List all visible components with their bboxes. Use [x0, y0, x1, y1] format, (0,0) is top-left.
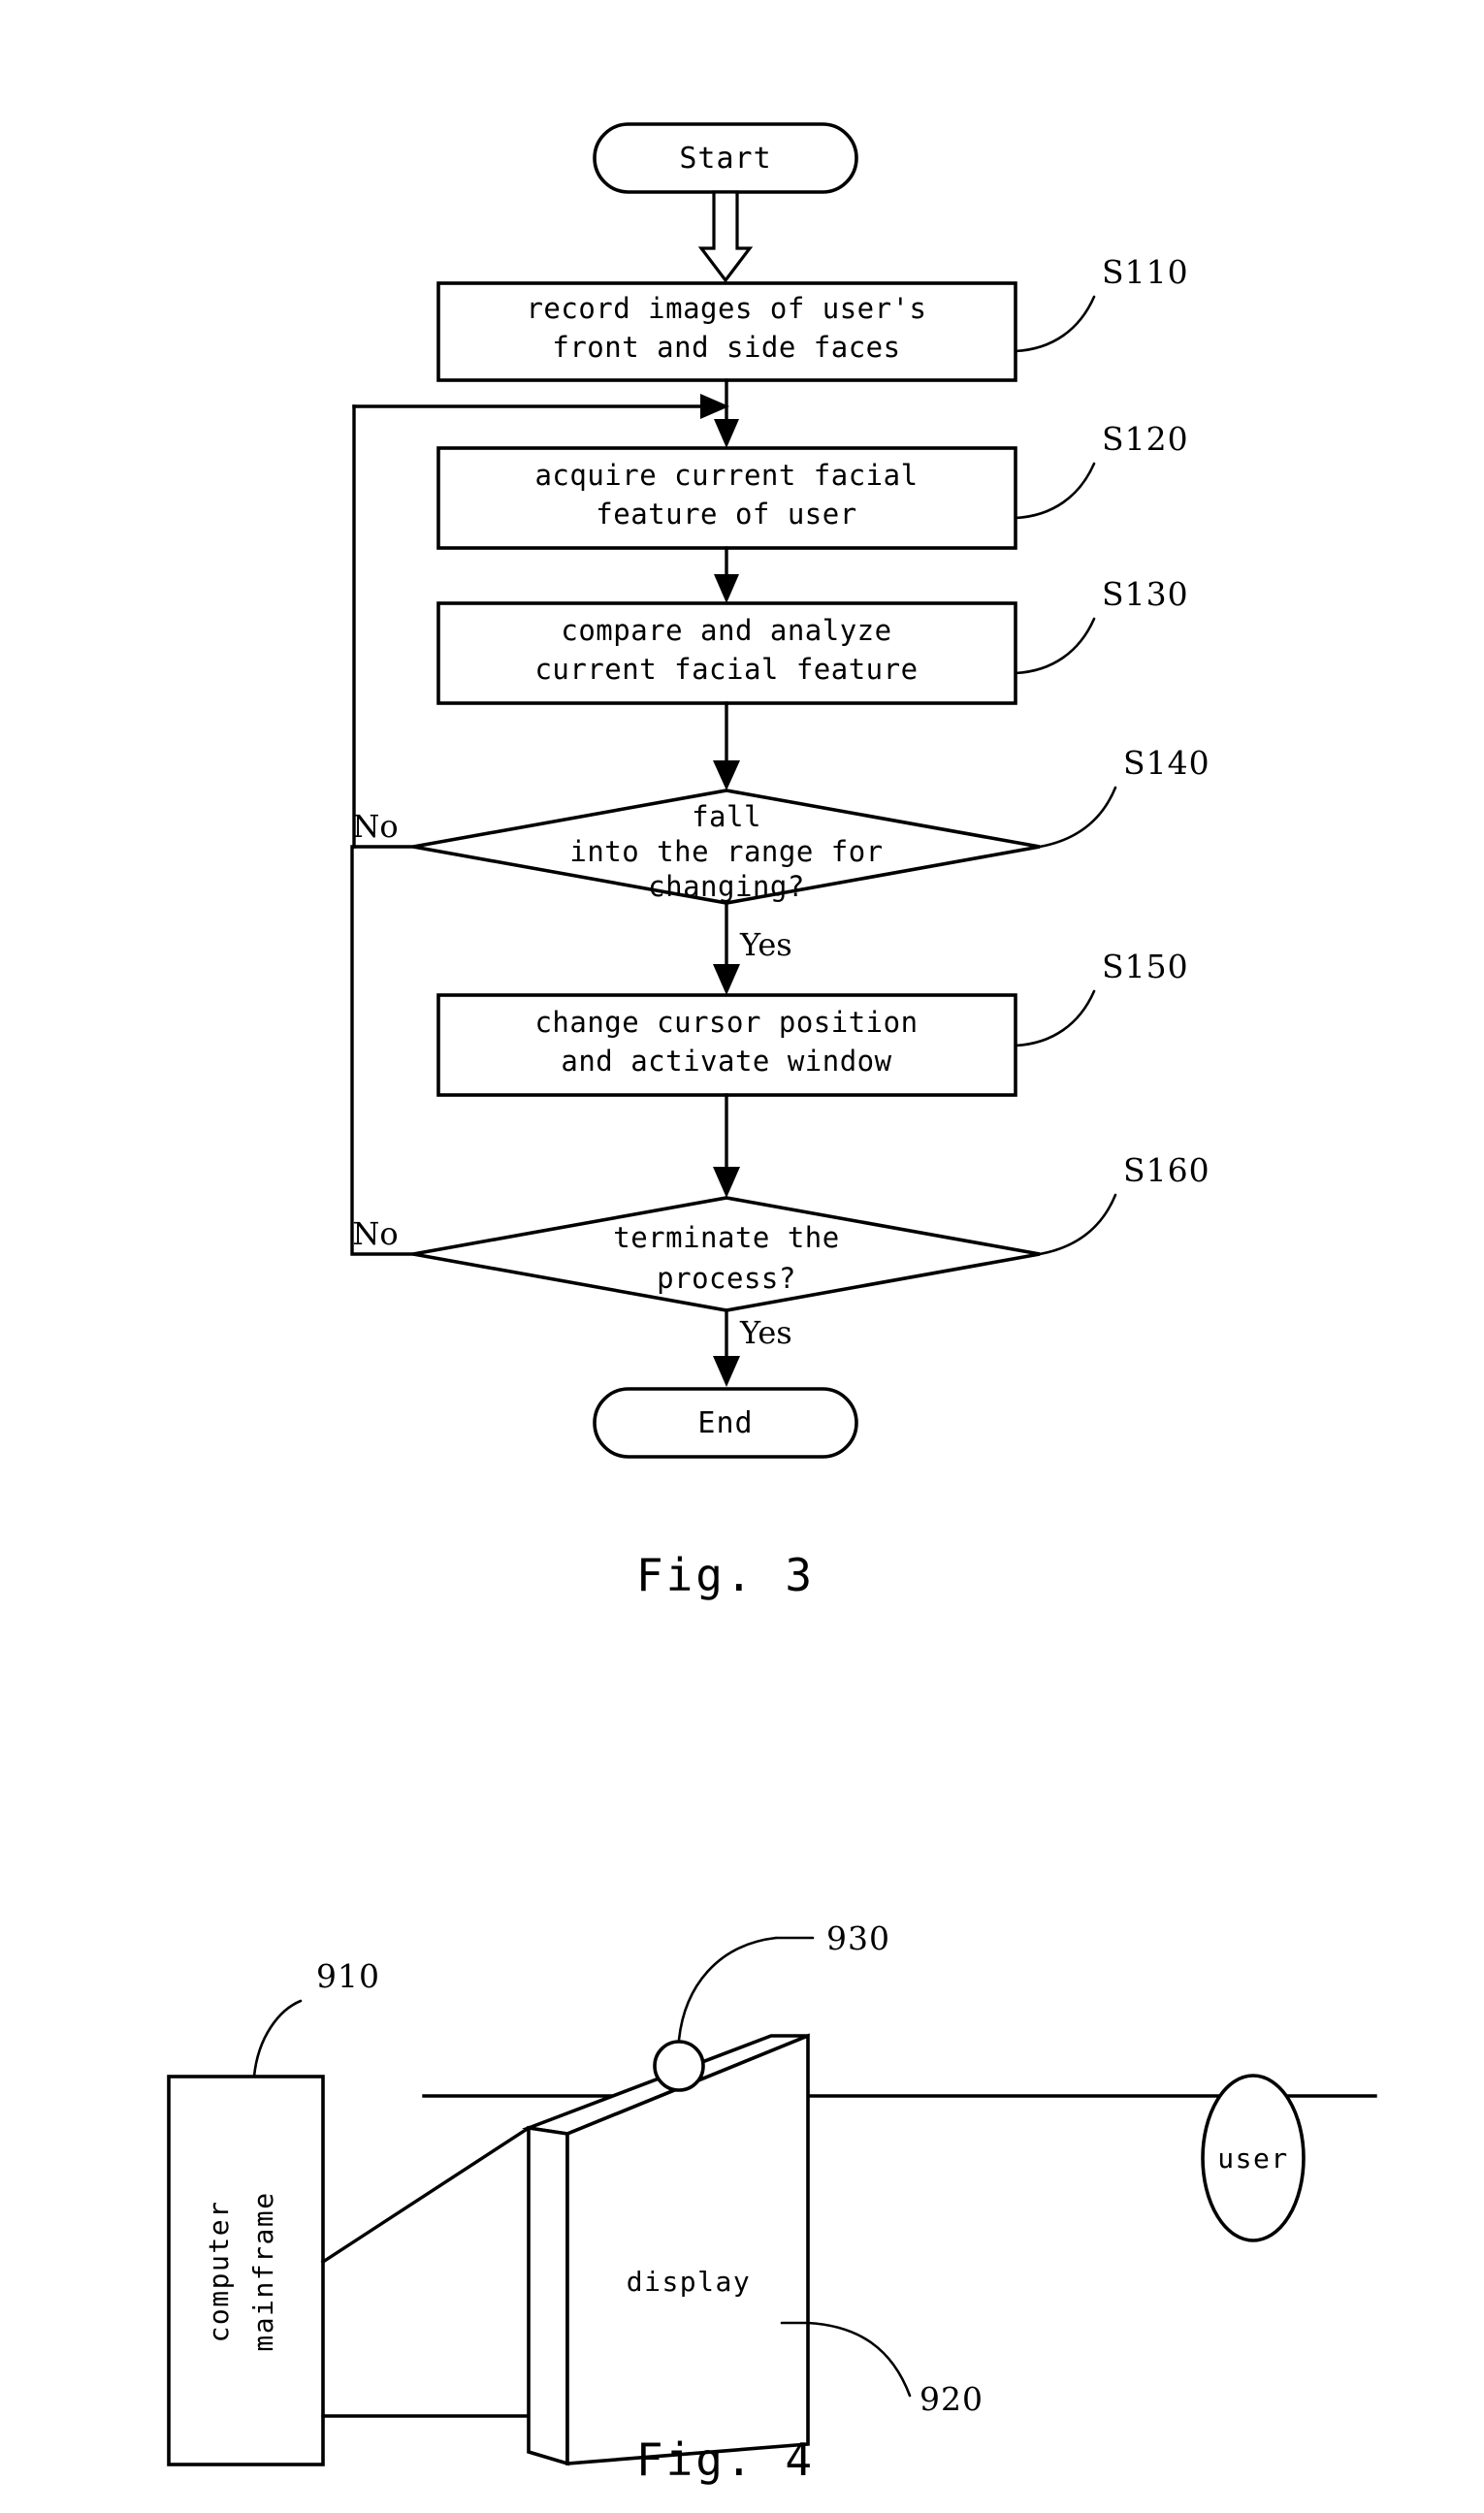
flowchart-decision-s140: fall into the range for changing? [412, 789, 1041, 905]
branch-s160-no: No [350, 845, 415, 1256]
reference-leader-930: 930 [677, 1919, 890, 2042]
s120-line-2: feature of user [596, 498, 856, 531]
reference-leader-s110: S110 [1014, 253, 1189, 353]
display-monitor: display [521, 2033, 810, 2466]
flowchart-terminal-end: End [593, 1387, 858, 1459]
reference-leader-s130: S130 [1014, 575, 1189, 675]
s140-line-1: fall [692, 800, 761, 833]
s150-line-2: and activate window [561, 1045, 891, 1078]
s130-line-1: compare and analyze [561, 614, 891, 647]
s140-no-label: No [352, 808, 398, 845]
s140-line-3: changing? [648, 870, 805, 903]
branch-s140-yes: Yes [713, 901, 792, 995]
s110-line-2: front and side faces [552, 331, 900, 364]
figure-3: Start record images of user's front and … [350, 122, 1210, 1601]
connector-s150-to-s160 [713, 1093, 740, 1198]
reference-leader-s140: S140 [1038, 744, 1210, 849]
flowchart-terminal-start: Start [593, 122, 858, 194]
s120-ref: S120 [1102, 420, 1189, 458]
mainframe-label-line-2: mainframe [247, 2191, 279, 2351]
s140-yes-label: Yes [739, 926, 792, 963]
flowchart-step-s110: record images of user's front and side f… [436, 281, 1017, 382]
flowchart-step-s130: compare and analyze current facial featu… [436, 601, 1017, 705]
s160-no-label: No [352, 1215, 398, 1252]
user-figure: user [1201, 2074, 1306, 2242]
connector-s130-to-s140 [713, 701, 740, 790]
start-label: Start [679, 142, 771, 176]
computer-mainframe-box: computer mainframe [167, 2075, 325, 2466]
s160-ref: S160 [1123, 1151, 1210, 1189]
feedback-loop-arrow [352, 394, 729, 419]
reference-leader-s160: S160 [1038, 1151, 1210, 1256]
user-label: user [1217, 2142, 1288, 2175]
display-ref: 920 [919, 2380, 984, 2418]
figure-4-caption: Fig. 4 [636, 2433, 815, 2486]
mainframe-label-line-1: computer [203, 2201, 235, 2343]
end-label: End [697, 1406, 753, 1440]
cable-upper [320, 2125, 532, 2265]
flowchart-decision-s160: terminate the process? [412, 1196, 1041, 1312]
connector-s120-to-s130 [714, 546, 739, 603]
reference-leader-s150: S150 [1014, 948, 1189, 1047]
reference-leader-920: 920 [780, 2321, 984, 2418]
s150-ref: S150 [1102, 948, 1189, 985]
flowchart-step-s150: change cursor position and activate wind… [436, 993, 1017, 1097]
reference-leader-910: 910 [252, 1957, 380, 2078]
branch-s140-no: No [352, 808, 415, 849]
s160-yes-label: Yes [739, 1314, 792, 1351]
camera-module [653, 2040, 705, 2092]
flowchart-step-s120: acquire current facial feature of user [436, 446, 1017, 550]
figure-4: 930 910 computer mainframe display 920 u… [167, 1919, 1377, 2486]
display-label: display [627, 2266, 752, 2298]
s160-line-2: process? [657, 1262, 796, 1295]
hollow-arrow-start-to-s110 [697, 190, 754, 283]
s120-line-1: acquire current facial [534, 459, 918, 492]
reference-leader-s120: S120 [1014, 420, 1189, 520]
figure-3-caption: Fig. 3 [636, 1549, 815, 1601]
s140-ref: S140 [1123, 744, 1210, 782]
s130-ref: S130 [1102, 575, 1189, 613]
s140-line-2: into the range for [569, 835, 883, 868]
patent-drawing-sheet: Start record images of user's front and … [0, 0, 1484, 2513]
s150-line-1: change cursor position [534, 1006, 918, 1039]
s130-line-2: current facial feature [534, 653, 918, 686]
s110-line-1: record images of user's [526, 292, 926, 325]
mainframe-ref: 910 [316, 1957, 380, 1995]
s160-line-1: terminate the [613, 1221, 839, 1254]
camera-ref: 930 [826, 1919, 890, 1957]
connector-s110-to-s120 [714, 378, 739, 448]
s110-ref: S110 [1102, 253, 1189, 291]
branch-s160-yes: Yes [713, 1308, 792, 1387]
